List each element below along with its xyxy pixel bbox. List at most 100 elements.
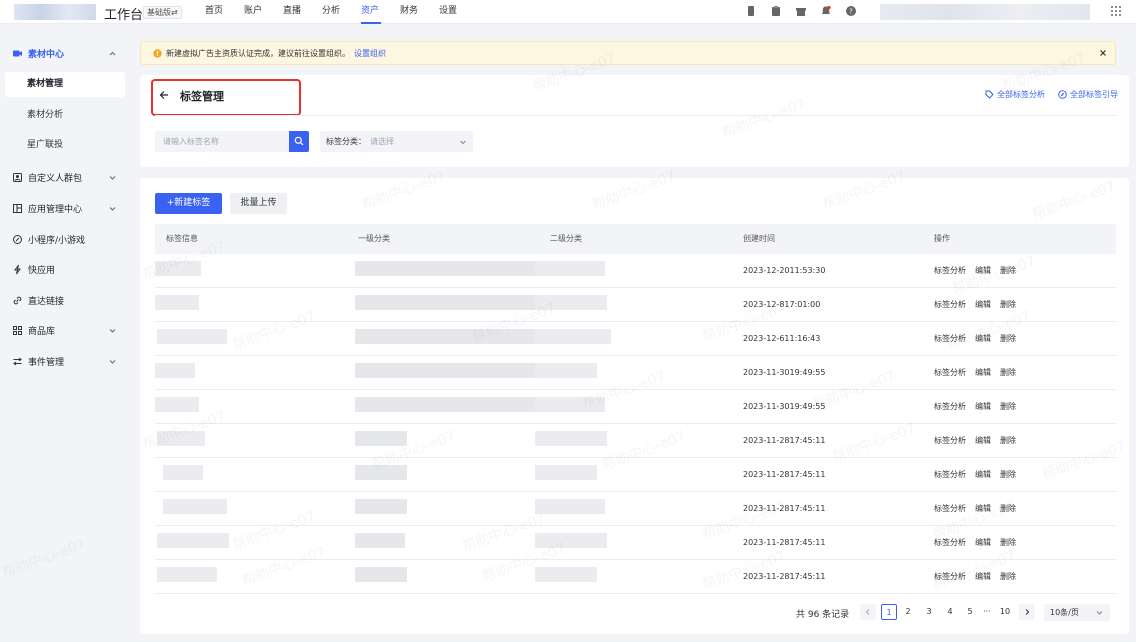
delete-link[interactable]: 删除 <box>1000 288 1016 322</box>
tag-analysis-link[interactable]: 标签分析 <box>934 288 966 322</box>
row-actions: 标签分析 编辑 删除 <box>934 526 1025 560</box>
clipboard-icon[interactable] <box>770 5 782 17</box>
search-button[interactable] <box>289 131 309 152</box>
gift-icon[interactable] <box>795 5 807 17</box>
batch-upload-button[interactable]: 批量上传 <box>230 193 287 214</box>
delete-link[interactable]: 删除 <box>1000 526 1016 560</box>
page-4[interactable]: 4 <box>942 604 958 620</box>
delete-link[interactable]: 删除 <box>1000 254 1016 288</box>
nav-live[interactable]: 直播 <box>283 0 322 24</box>
sidebar-item-material-analysis[interactable]: 素材分析 <box>5 103 125 128</box>
tag-info-cell <box>155 363 195 378</box>
tag-analysis-link[interactable]: 标签分析 <box>934 390 966 424</box>
edit-link[interactable]: 编辑 <box>975 322 991 356</box>
sidebar-item-app-center[interactable]: 应用管理中心 <box>0 194 130 222</box>
edit-link[interactable]: 编辑 <box>975 254 991 288</box>
tag-analysis-link[interactable]: 标签分析 <box>934 526 966 560</box>
edit-link[interactable]: 编辑 <box>975 492 991 526</box>
row-actions: 标签分析 编辑 删除 <box>934 560 1025 594</box>
sidebar-item-miniapp[interactable]: 小程序/小游戏 <box>0 225 130 253</box>
search-input[interactable]: 请输入标签名称 <box>155 131 289 152</box>
level1-cell <box>355 261 555 276</box>
tag-analysis-link[interactable]: 标签分析 <box>934 492 966 526</box>
nav-home[interactable]: 首页 <box>205 0 244 24</box>
user-info[interactable] <box>880 4 1090 20</box>
table-row: 2023-11-2817:45:11 标签分析 编辑 删除 <box>155 424 1116 458</box>
back-arrow-icon[interactable] <box>158 89 170 101</box>
edit-link[interactable]: 编辑 <box>975 390 991 424</box>
level2-cell <box>535 567 597 582</box>
delete-link[interactable]: 删除 <box>1000 390 1016 424</box>
sidebar-item-material-center[interactable]: 素材中心 <box>0 39 130 67</box>
page-ellipsis[interactable]: ··· <box>979 604 995 620</box>
sidebar-item-event-mgmt[interactable]: 事件管理 <box>0 347 130 375</box>
delete-link[interactable]: 删除 <box>1000 560 1016 594</box>
page-10[interactable]: 10 <box>997 604 1013 620</box>
tag-analysis-link[interactable]: 标签分析 <box>934 356 966 390</box>
notice-link[interactable]: 设置组织 <box>354 49 386 58</box>
link-label: 全部标签分析 <box>997 90 1045 99</box>
delete-link[interactable]: 删除 <box>1000 424 1016 458</box>
created-time: 2023-11-2817:45:11 <box>743 572 826 581</box>
notice-banner: 新建虚拟广告主资质认证完成，建议前往设置组织。 设置组织 <box>140 41 1116 65</box>
nav-account[interactable]: 账户 <box>244 0 283 24</box>
version-switch[interactable]: 基础版⇄ <box>143 6 182 19</box>
level2-cell <box>535 329 611 344</box>
chevron-down-icon <box>109 175 116 180</box>
next-page-button[interactable] <box>1019 604 1035 620</box>
edit-link[interactable]: 编辑 <box>975 288 991 322</box>
row-actions: 标签分析 编辑 删除 <box>934 424 1025 458</box>
page-size-select[interactable]: 10条/页 <box>1044 604 1110 621</box>
phone-icon[interactable] <box>745 5 757 17</box>
nav-analysis[interactable]: 分析 <box>322 0 361 24</box>
created-time: 2023-12-2011:53:30 <box>743 266 826 275</box>
sidebar-item-product-lib[interactable]: 商品库 <box>0 316 130 344</box>
delete-link[interactable]: 删除 <box>1000 458 1016 492</box>
row-actions: 标签分析 编辑 删除 <box>934 390 1025 424</box>
nav-finance[interactable]: 财务 <box>400 0 439 24</box>
app-grid-icon[interactable] <box>1110 5 1122 17</box>
nav-assets[interactable]: 资产 <box>361 0 381 24</box>
sidebar-item-material-management[interactable]: 素材管理 <box>5 72 125 97</box>
prev-page-button[interactable] <box>860 604 876 620</box>
edit-link[interactable]: 编辑 <box>975 560 991 594</box>
sidebar-item-direct-link[interactable]: 直达链接 <box>0 286 130 314</box>
sidebar-item-xingguang[interactable]: 星广联投 <box>5 133 125 158</box>
edit-link[interactable]: 编辑 <box>975 424 991 458</box>
sidebar-item-custom-crowd[interactable]: 自定义人群包 <box>0 163 130 191</box>
app-icon <box>13 203 22 213</box>
help-icon[interactable]: ? <box>845 5 857 17</box>
delete-link[interactable]: 删除 <box>1000 322 1016 356</box>
logo[interactable] <box>14 4 96 20</box>
delete-link[interactable]: 删除 <box>1000 492 1016 526</box>
total-count: 共 96 条记录 <box>796 610 850 620</box>
tag-analysis-link[interactable]: 标签分析 <box>934 254 966 288</box>
tag-info-cell <box>155 261 201 276</box>
nav-settings[interactable]: 设置 <box>439 0 478 24</box>
sidebar-item-quick-app[interactable]: 快应用 <box>0 255 130 283</box>
bell-icon[interactable] <box>820 5 832 17</box>
tag-analysis-link[interactable]: 标签分析 <box>934 322 966 356</box>
tag-analysis-link[interactable]: 标签分析 <box>934 560 966 594</box>
new-tag-button[interactable]: +新建标签 <box>155 193 222 214</box>
level2-cell <box>535 295 607 310</box>
edit-link[interactable]: 编辑 <box>975 458 991 492</box>
crowd-icon <box>13 172 22 182</box>
page-5[interactable]: 5 <box>962 604 978 620</box>
all-tag-guide-link[interactable]: 全部标签引导 <box>1058 89 1118 100</box>
notice-message: 新建虚拟广告主资质认证完成，建议前往设置组织。 <box>166 49 350 58</box>
notice-text: 新建虚拟广告主资质认证完成，建议前往设置组织。 设置组织 <box>166 48 386 59</box>
delete-link[interactable]: 删除 <box>1000 356 1016 390</box>
tag-analysis-link[interactable]: 标签分析 <box>934 458 966 492</box>
all-tag-analysis-link[interactable]: 全部标签分析 <box>985 89 1045 100</box>
page-1[interactable]: 1 <box>881 604 897 620</box>
page-3[interactable]: 3 <box>921 604 937 620</box>
edit-link[interactable]: 编辑 <box>975 526 991 560</box>
page-2[interactable]: 2 <box>900 604 916 620</box>
close-icon[interactable] <box>1097 47 1109 59</box>
edit-link[interactable]: 编辑 <box>975 356 991 390</box>
category-select[interactable]: 标签分类： 请选择 <box>320 131 473 152</box>
svg-text:?: ? <box>849 8 853 16</box>
event-icon <box>13 357 22 365</box>
tag-analysis-link[interactable]: 标签分析 <box>934 424 966 458</box>
